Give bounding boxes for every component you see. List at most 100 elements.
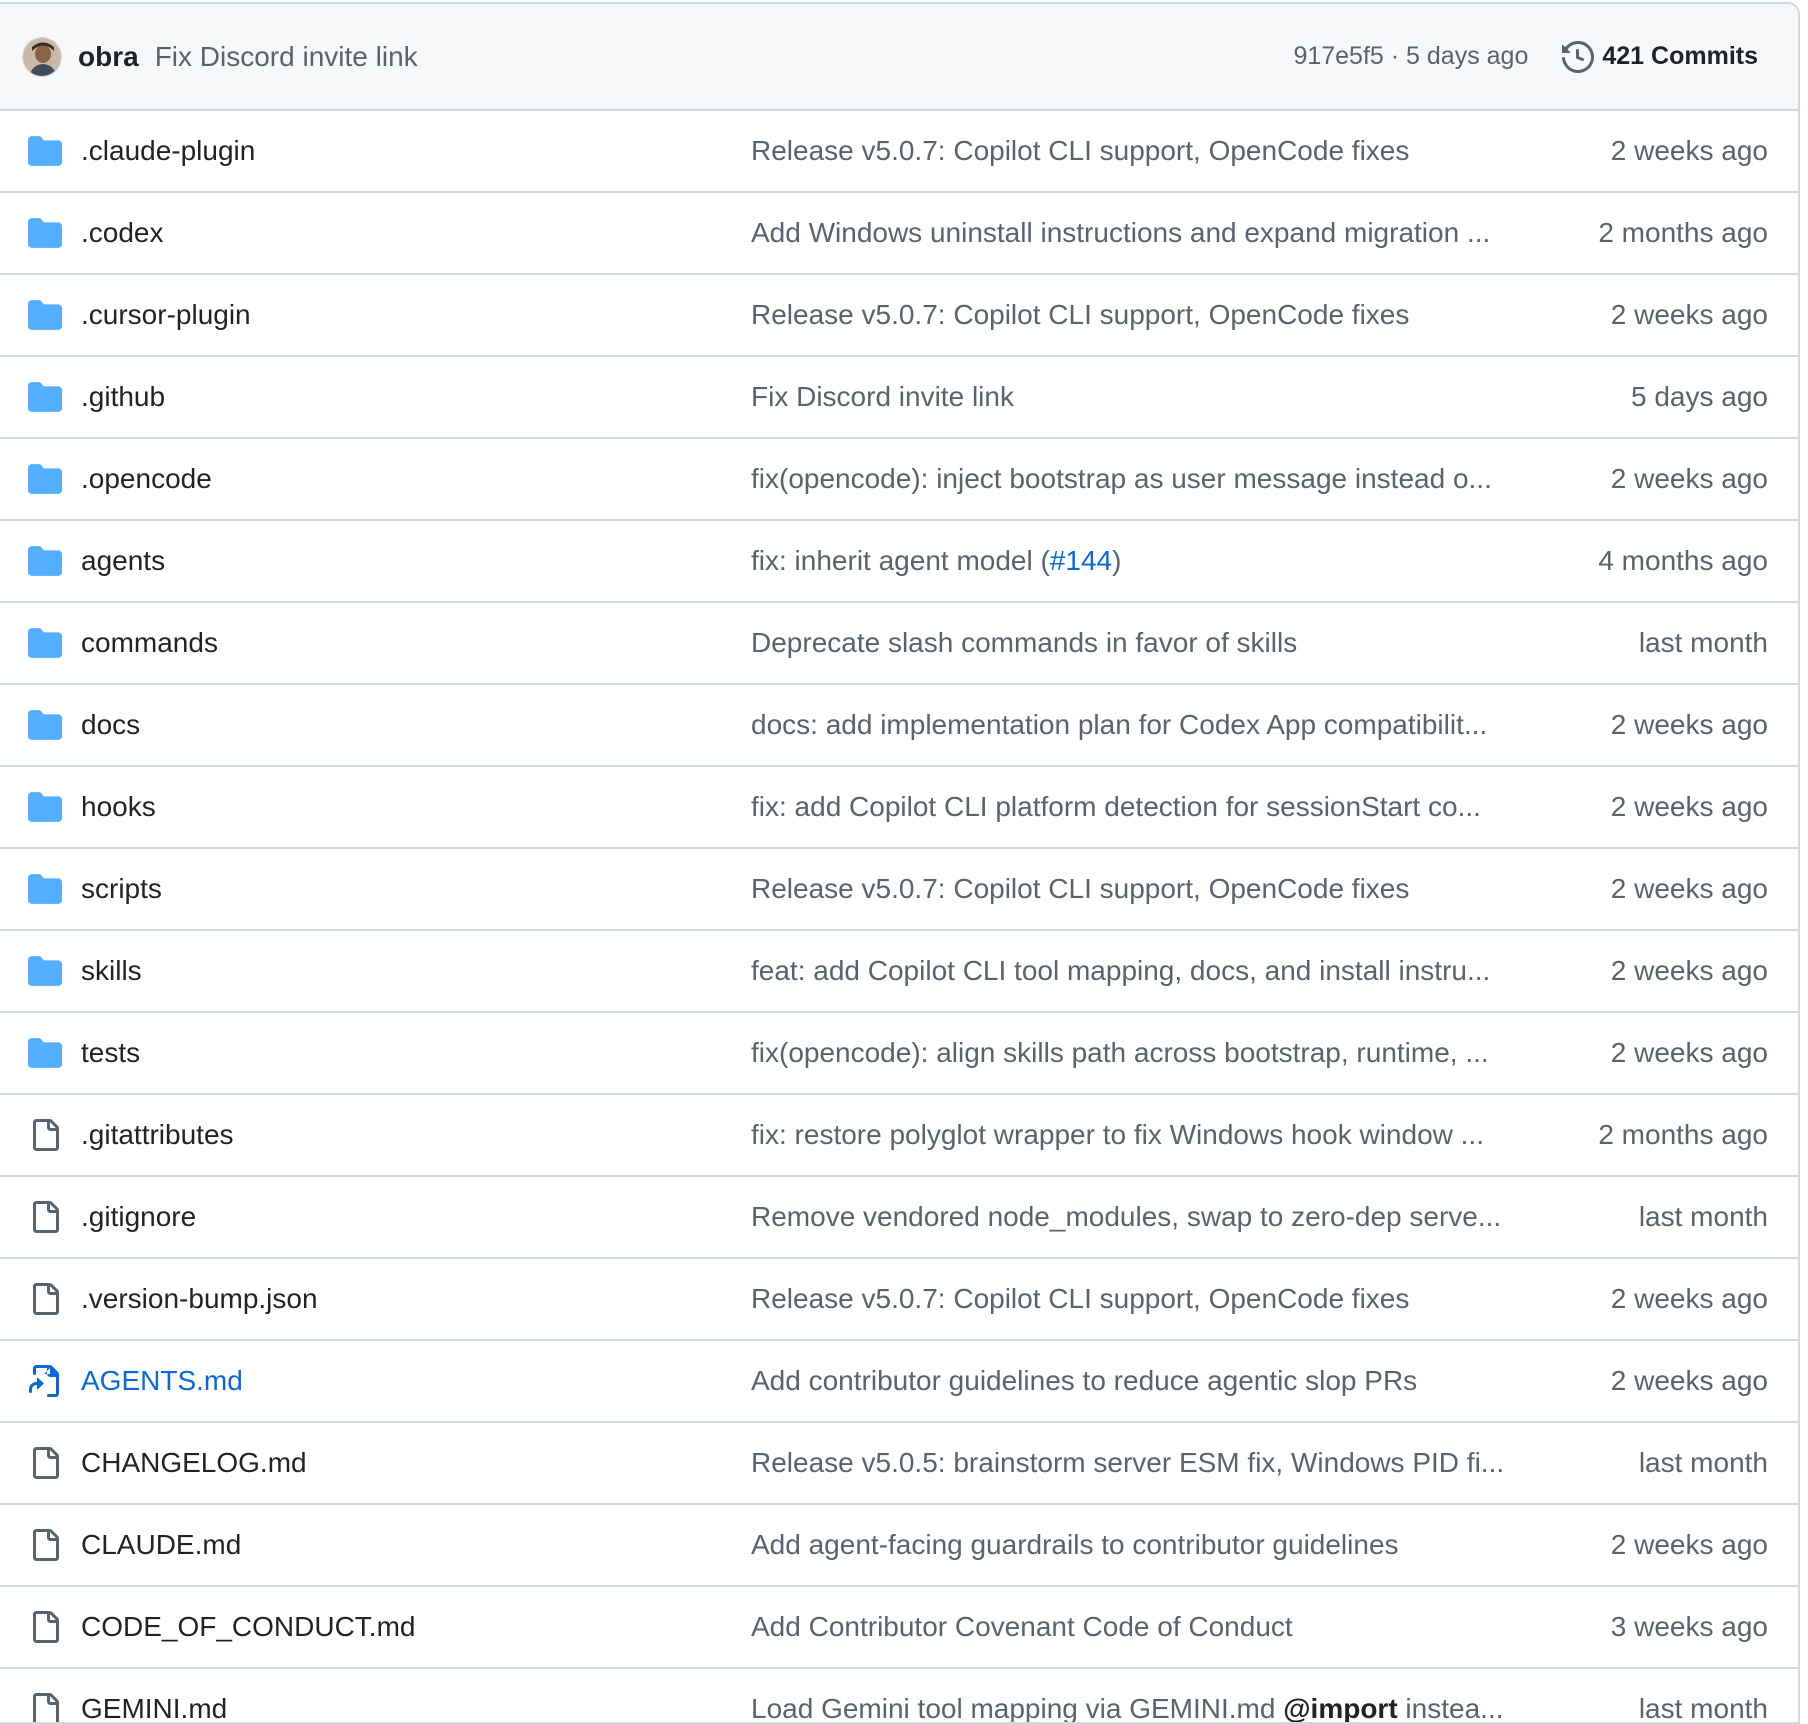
file-name-link[interactable]: .cursor-plugin [81, 299, 251, 331]
folder-icon [28, 1036, 62, 1070]
commit-message-link[interactable]: fix: restore polyglot wrapper to fix Win… [751, 1119, 1526, 1151]
commit-age: last month [1638, 1201, 1768, 1232]
file-row[interactable]: skills feat: add Copilot CLI tool mapping… [0, 931, 1798, 1013]
file-name-link[interactable]: GEMINI.md [81, 1693, 227, 1722]
commit-message-link[interactable]: Deprecate slash commands in favor of ski… [751, 627, 1526, 659]
commit-message-link[interactable]: Add agent-facing guardrails to contribut… [751, 1529, 1526, 1561]
commit-author[interactable]: obra [78, 41, 139, 73]
commit-age: 2 weeks ago [1610, 1283, 1768, 1314]
file-row[interactable]: .claude-plugin Release v5.0.7: Copilot CL… [0, 111, 1798, 193]
file-row[interactable]: scripts Release v5.0.7: Copilot CLI suppo… [0, 849, 1798, 931]
file-name-link[interactable]: .version-bump.json [81, 1283, 318, 1315]
commit-age: 2 weeks ago [1610, 1037, 1768, 1068]
file-row[interactable]: .version-bump.json Release v5.0.7: Copilo… [0, 1259, 1798, 1341]
file-name-link[interactable]: docs [81, 709, 140, 741]
file-row[interactable]: agents fix: inherit agent model (#144) 4 m… [0, 521, 1798, 603]
commit-age: last month [1638, 1447, 1768, 1478]
file-name-link[interactable]: agents [81, 545, 165, 577]
file-name-link[interactable]: commands [81, 627, 218, 659]
file-name-link[interactable]: CODE_OF_CONDUCT.md [81, 1611, 415, 1643]
commit-age: 5 days ago [1631, 381, 1768, 412]
file-name-link[interactable]: tests [81, 1037, 140, 1069]
commit-message-link[interactable]: Add contributor guidelines to reduce age… [751, 1365, 1526, 1397]
commit-message-text: Load Gemini tool mapping via GEMINI.md [751, 1693, 1284, 1724]
file-browser: obra Fix Discord invite link 917e5f5 · 5… [0, 2, 1800, 1724]
file-row[interactable]: .codex Add Windows uninstall instructions… [0, 193, 1798, 275]
file-name-link[interactable]: .gitattributes [81, 1119, 234, 1151]
commit-age: 2 weeks ago [1610, 709, 1768, 740]
commit-sha[interactable]: 917e5f5 [1293, 42, 1383, 70]
file-name-link[interactable]: scripts [81, 873, 162, 905]
file-row[interactable]: .gitignore Remove vendored node_modules, … [0, 1177, 1798, 1259]
file-name-link[interactable]: CLAUDE.md [81, 1529, 241, 1561]
file-name-link[interactable]: AGENTS.md [81, 1365, 243, 1397]
file-row[interactable]: GEMINI.md Load Gemini tool mapping via GE… [0, 1669, 1798, 1724]
file-row[interactable]: docs docs: add implementation plan for Co… [0, 685, 1798, 767]
file-row[interactable]: tests fix(opencode): align skills path ac… [0, 1013, 1798, 1095]
folder-icon [28, 544, 62, 578]
commits-count: 421 Commits [1602, 42, 1758, 70]
meta-separator: · [1390, 42, 1400, 70]
commit-message-link[interactable]: fix(opencode): align skills path across … [751, 1037, 1526, 1069]
folder-icon [28, 708, 62, 742]
folder-icon [28, 134, 62, 168]
commit-message-link[interactable]: Release v5.0.7: Copilot CLI support, Ope… [751, 1283, 1526, 1315]
file-name-link[interactable]: .codex [81, 217, 164, 249]
commit-age: 2 weeks ago [1610, 955, 1768, 986]
file-list: .claude-plugin Release v5.0.7: Copilot CL… [0, 111, 1798, 1724]
commits-history-link[interactable]: 421 Commits [1562, 40, 1758, 73]
commit-message-link[interactable]: Add Windows uninstall instructions and e… [751, 217, 1526, 249]
commit-message-link[interactable]: Remove vendored node_modules, swap to ze… [751, 1201, 1526, 1233]
file-row[interactable]: CLAUDE.md Add agent-facing guardrails to … [0, 1505, 1798, 1587]
avatar[interactable] [22, 36, 62, 77]
commit-message-link[interactable]: Add Contributor Covenant Code of Conduct [751, 1611, 1526, 1643]
file-row[interactable]: CODE_OF_CONDUCT.md Add Contributor Covena… [0, 1587, 1798, 1669]
commit-message-link[interactable]: Release v5.0.7: Copilot CLI support, Ope… [751, 873, 1526, 905]
file-row[interactable]: CHANGELOG.md Release v5.0.5: brainstorm s… [0, 1423, 1798, 1505]
commit-message-link[interactable]: Load Gemini tool mapping via GEMINI.md @… [751, 1693, 1526, 1724]
file-name-link[interactable]: hooks [81, 791, 156, 823]
history-icon [1562, 40, 1595, 73]
file-row[interactable]: .github Fix Discord invite link 5 days ago [0, 357, 1798, 439]
pull-request-link[interactable]: #144 [1050, 545, 1112, 576]
file-row[interactable]: AGENTS.md Add contributor guidelines to r… [0, 1341, 1798, 1423]
file-row[interactable]: .cursor-plugin Release v5.0.7: Copilot CL… [0, 275, 1798, 357]
latest-commit-message[interactable]: Fix Discord invite link [155, 41, 418, 73]
folder-icon [28, 790, 62, 824]
commit-message-link[interactable]: fix(opencode): inject bootstrap as user … [751, 463, 1526, 495]
commit-age: 3 weeks ago [1610, 1611, 1768, 1642]
file-name-link[interactable]: CHANGELOG.md [81, 1447, 307, 1479]
commit-age: 2 weeks ago [1610, 1365, 1768, 1396]
commit-message-link[interactable]: Release v5.0.7: Copilot CLI support, Ope… [751, 299, 1526, 331]
file-row[interactable]: .opencode fix(opencode): inject bootstrap… [0, 439, 1798, 521]
file-icon [28, 1200, 62, 1234]
file-name-link[interactable]: .gitignore [81, 1201, 196, 1233]
commit-age: 2 weeks ago [1610, 791, 1768, 822]
commit-message-link[interactable]: Fix Discord invite link [751, 381, 1526, 413]
commit-message-link[interactable]: Release v5.0.7: Copilot CLI support, Ope… [751, 135, 1526, 167]
commit-age: 4 months ago [1598, 545, 1768, 576]
commit-age: 2 months ago [1598, 217, 1768, 248]
commit-message-link[interactable]: feat: add Copilot CLI tool mapping, docs… [751, 955, 1526, 987]
file-icon [28, 1118, 62, 1152]
commit-message-link[interactable]: Release v5.0.5: brainstorm server ESM fi… [751, 1447, 1526, 1479]
latest-commit-bar: obra Fix Discord invite link 917e5f5 · 5… [0, 4, 1798, 111]
folder-icon [28, 216, 62, 250]
file-name-link[interactable]: .github [81, 381, 165, 413]
file-row[interactable]: commands Deprecate slash commands in favo… [0, 603, 1798, 685]
commit-age: 2 weeks ago [1610, 135, 1768, 166]
file-name-link[interactable]: skills [81, 955, 142, 987]
commit-age: 2 weeks ago [1610, 299, 1768, 330]
commit-message-link[interactable]: fix: inherit agent model (#144) [751, 545, 1526, 577]
commit-message-emphasis: @import [1283, 1693, 1398, 1724]
file-name-link[interactable]: .opencode [81, 463, 212, 495]
commit-age: 2 weeks ago [1610, 463, 1768, 494]
file-row[interactable]: .gitattributes fix: restore polyglot wrap… [0, 1095, 1798, 1177]
commit-message-link[interactable]: fix: add Copilot CLI platform detection … [751, 791, 1526, 823]
folder-icon [28, 462, 62, 496]
commit-message-link[interactable]: docs: add implementation plan for Codex … [751, 709, 1526, 741]
file-row[interactable]: hooks fix: add Copilot CLI platform detec… [0, 767, 1798, 849]
folder-icon [28, 380, 62, 414]
commit-message-text: fix: inherit agent model ( [751, 545, 1050, 576]
file-name-link[interactable]: .claude-plugin [81, 135, 255, 167]
